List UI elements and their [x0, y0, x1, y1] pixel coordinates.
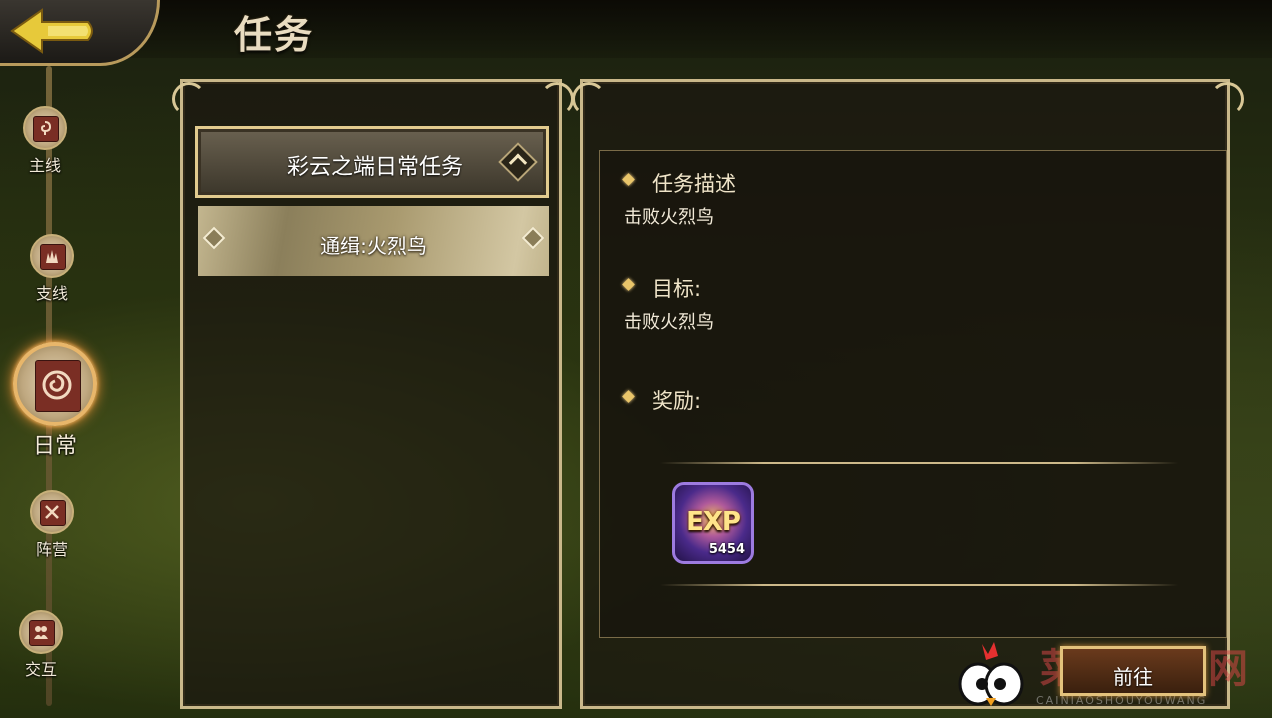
scroll-spiral-icon: [23, 106, 67, 150]
page-title: 任务: [234, 13, 315, 57]
scroll-swirl-icon: [13, 342, 97, 426]
reward-divider-top: [660, 462, 1178, 464]
top-bar: [0, 0, 1272, 58]
exp-label: EXP: [686, 507, 741, 537]
scroll-people-icon: [19, 610, 63, 654]
go-button-label: 前往: [1113, 665, 1153, 689]
nav-label: 日常: [32, 434, 77, 459]
description-text: 击败火烈鸟: [624, 207, 714, 228]
exp-amount: 5454: [708, 542, 745, 557]
nav-label: 交互: [24, 660, 57, 679]
back-arrow-icon: [10, 8, 93, 54]
exp-reward-icon[interactable]: EXP 5454: [672, 482, 754, 564]
go-button[interactable]: 前往: [1060, 646, 1206, 696]
nav-item-faction[interactable]: 阵营: [27, 490, 77, 560]
nav-item-main[interactable]: 主线: [20, 106, 70, 176]
scroll-flame-icon: [30, 234, 74, 278]
quest-group-label: 彩云之端日常任务: [286, 155, 463, 180]
nav-label: 阵营: [35, 540, 68, 559]
reward-heading: 奖励:: [652, 389, 702, 413]
description-heading: 任务描述: [652, 172, 736, 196]
nav-item-interact[interactable]: 交互: [16, 610, 66, 680]
ornament-corner-icon: [572, 82, 606, 116]
target-heading: 目标:: [652, 277, 702, 301]
quest-item-label: 通缉:火烈鸟: [320, 234, 427, 258]
target-text: 击败火烈鸟: [624, 312, 714, 333]
ornament-corner-icon: [172, 82, 206, 116]
nav-item-daily[interactable]: 日常: [10, 342, 100, 460]
quest-list-item[interactable]: 通缉:火烈鸟: [198, 206, 549, 276]
reward-divider-bottom: [660, 584, 1178, 586]
scroll-crossed-swords-icon: [30, 490, 74, 534]
nav-label: 支线: [35, 284, 68, 303]
ornament-corner-icon: [1210, 82, 1244, 116]
nav-item-side[interactable]: 支线: [27, 234, 77, 304]
quest-group-header[interactable]: 彩云之端日常任务: [195, 126, 549, 198]
nav-label: 主线: [28, 156, 61, 175]
ornament-corner-icon: [540, 82, 574, 116]
watermark-mascot-logo: [958, 642, 1024, 706]
